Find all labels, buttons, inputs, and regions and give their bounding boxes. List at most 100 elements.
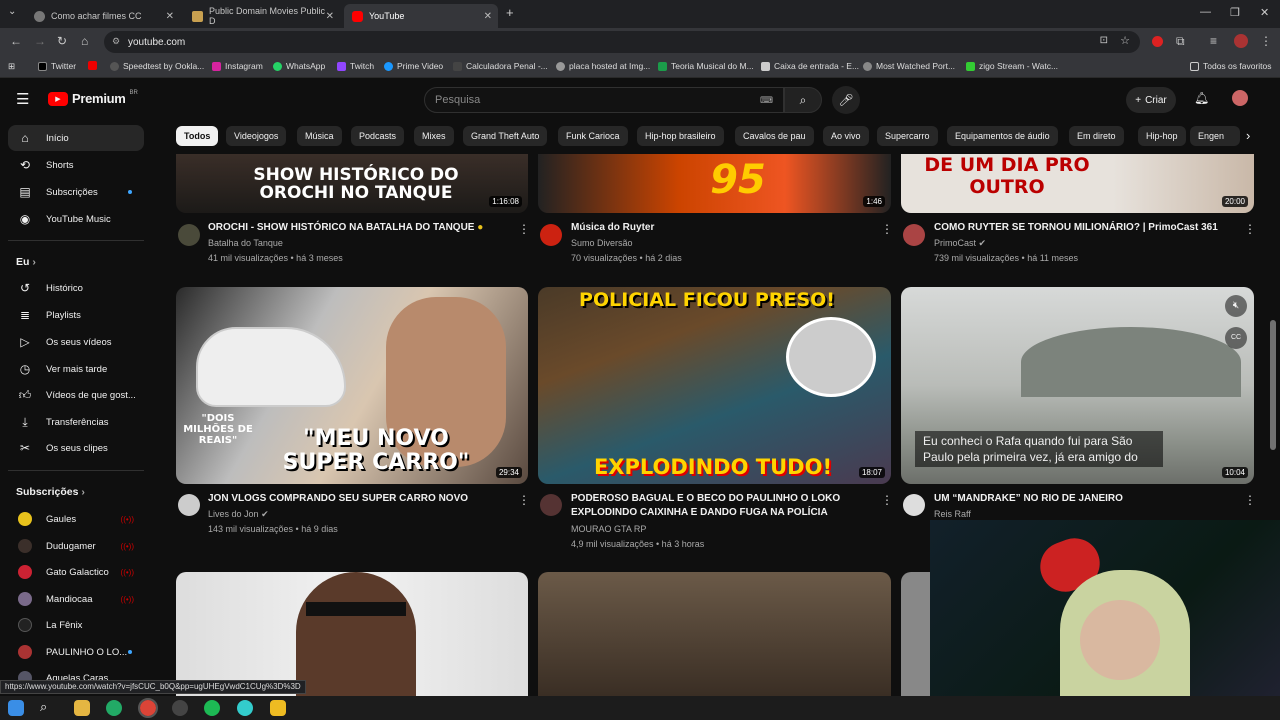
bookmark-instagram[interactable]: Instagram [212,61,263,71]
close-icon[interactable]: ✕ [166,11,174,22]
chip-supercarro[interactable]: Supercarro [877,126,938,146]
channel-name[interactable]: Batalha do Tanque [208,238,283,248]
sidebar-item-transferencias[interactable]: ⤓ Transferências [8,409,144,435]
video-title[interactable]: COMO RUYTER SE TORNOU MILIONÁRIO? | Prim… [934,221,1234,235]
chip-grand-theft-auto[interactable]: Grand Theft Auto [463,126,548,146]
chip-musica[interactable]: Música [297,126,342,146]
sidebar-item-playlists[interactable]: ≣ Playlists [8,302,144,328]
app-icon[interactable] [270,700,286,716]
sidebar-sub-gato-galactico[interactable]: Gato Galactico ((•)) [8,559,144,585]
sidebar-sub-dudugamer[interactable]: Dudugamer ((•)) [8,533,144,559]
spotify-icon[interactable] [204,700,220,716]
channel-name[interactable]: MOURAO GTA RP [571,524,646,534]
chip-cavalos-de-pau[interactable]: Cavalos de pau [735,126,814,146]
chip-hip-hop[interactable]: Hip-hop [1138,126,1186,146]
bookmark-calculadora[interactable]: Calculadora Penal -... [453,61,548,71]
bookmark-zigo[interactable]: zigo Stream - Watc... [966,61,1058,71]
chip-em-direto[interactable]: Em direto [1069,126,1124,146]
app-icon[interactable] [106,700,122,716]
you-heading[interactable]: Eu › [16,256,36,268]
url-input[interactable]: ⚙ youtube.com ⊡ ☆ [104,31,1140,53]
tab-search-icon[interactable]: ⌄ [8,6,16,17]
close-icon[interactable]: ✕ [484,11,492,22]
tab-public-domain[interactable]: Public Domain Movies Public D ✕ [184,4,340,28]
chip-todos[interactable]: Todos [176,126,219,146]
tab-como-achar[interactable]: Como achar filmes CC ✕ [26,4,180,28]
bookmark-whatsapp[interactable]: WhatsApp [273,61,325,71]
chrome-icon[interactable] [138,698,158,718]
media-icon[interactable]: ≡ [1210,34,1217,48]
sidebar-sub-la-fenix[interactable]: La Fênix [8,612,144,638]
chip-videojogos[interactable]: Videojogos [226,126,287,146]
bookmark-twitter[interactable]: Twitter [38,61,76,71]
install-icon[interactable]: ⊡ [1100,35,1108,46]
notifications-bell-icon[interactable]: 🔔︎ [1194,91,1209,105]
video-thumbnail-row3-2[interactable] [538,572,891,696]
menu-icon[interactable]: ⋮ [1260,34,1272,48]
windows-start-icon[interactable] [8,700,24,716]
channel-avatar[interactable] [903,224,925,246]
channel-name[interactable]: Reis Raff [934,509,971,519]
video-title[interactable]: OROCHI - SHOW HISTÓRICO NA BATALHA DO TA… [208,221,508,235]
app-icon[interactable] [237,700,253,716]
back-icon[interactable]: ← [10,34,22,48]
bookmark-twitch[interactable]: Twitch [337,61,374,71]
forward-icon[interactable]: → [34,34,46,48]
create-button[interactable]: + Criar [1126,87,1176,113]
more-options-icon[interactable]: ⋮ [518,493,530,507]
profile-avatar[interactable] [1234,34,1248,48]
bookmark-prime-video[interactable]: Prime Video [384,61,443,71]
reload-icon[interactable]: ↻ [57,34,67,48]
bookmark-most-watched[interactable]: Most Watched Port... [863,61,955,71]
bookmark-all[interactable]: Todos os favoritos [1190,61,1272,71]
keyboard-icon[interactable]: ⌨ [760,95,773,106]
video-title[interactable]: JON VLOGS COMPRANDO SEU SUPER CARRO NOVO [208,492,508,506]
channel-avatar[interactable] [178,494,200,516]
home-icon[interactable]: ⌂ [81,34,88,48]
chip-mixes[interactable]: Mixes [414,126,454,146]
more-options-icon[interactable]: ⋮ [881,222,893,236]
voice-search-button[interactable]: 🎤︎ [832,86,860,114]
youtube-logo[interactable]: ▶ Premium BR [48,90,138,106]
video-thumbnail-jon-vlogs[interactable]: "DOIS MILHÕES DE REAIS" "MEU NOVO SUPER … [176,287,528,484]
sidebar-item-subscricoes[interactable]: ▤ Subscrições [8,179,144,205]
more-options-icon[interactable]: ⋮ [881,493,893,507]
restore-icon[interactable]: ❐ [1230,6,1240,19]
search-button[interactable]: ⌕ [784,87,822,113]
sidebar-sub-gaules[interactable]: Gaules ((•)) [8,506,144,532]
minimize-icon[interactable]: — [1200,6,1211,18]
channel-avatar[interactable] [903,494,925,516]
extensions-icon[interactable]: ⧉ [1176,34,1185,49]
window-close-icon[interactable]: ✕ [1260,6,1269,19]
site-info-icon[interactable]: ⚙ [112,36,120,47]
video-title[interactable]: PODEROSO BAGUAL E O BECO DO PAULINHO O L… [571,492,861,520]
video-thumbnail-primocast[interactable]: DE UM DIA PRO OUTRO 20:00 [901,154,1254,213]
sidebar-item-inicio[interactable]: ⌂ Início [8,125,144,151]
video-thumbnail-orochi[interactable]: SHOW HISTÓRICO DO OROCHI NO TANQUE 1:16:… [176,154,528,213]
chip-engen[interactable]: Engen [1190,126,1240,146]
search-icon[interactable]: ⌕ [40,699,47,715]
search-input[interactable]: Pesquisa ⌨ [424,87,784,113]
more-options-icon[interactable]: ⋮ [1244,222,1256,236]
video-thumbnail-poderoso-bagual[interactable]: POLICIAL FICOU PRESO! EXPLODINDO TUDO! 1… [538,287,891,484]
video-title[interactable]: UM “MANDRAKE” NO RIO DE JANEIRO [934,492,1234,506]
channel-avatar[interactable] [540,494,562,516]
captions-icon[interactable]: CC [1225,327,1247,349]
channel-avatar[interactable] [540,224,562,246]
page-scrollbar[interactable] [1270,320,1276,450]
subscriptions-heading[interactable]: Subscrições › [16,486,85,498]
close-icon[interactable]: ✕ [326,11,334,22]
channel-name[interactable]: Lives do Jon ✔ [208,509,269,520]
chip-funk-carioca[interactable]: Funk Carioca [558,126,628,146]
sidebar-item-liked-videos[interactable]: 👍︎ Vídeos de que gost... [8,382,144,408]
sidebar-item-os-seus-videos[interactable]: ▷ Os seus vídeos [8,329,144,355]
chip-equipamentos-de-audio[interactable]: Equipamentos de áudio [947,126,1058,146]
sidebar-sub-mandiocaa[interactable]: Mandiocaa ((•)) [8,586,144,612]
video-thumbnail-musica-ruyter[interactable]: 95 1:46 [538,154,891,213]
sidebar-item-historico[interactable]: ↺ Histórico [8,275,144,301]
bookmark-speedtest[interactable]: Speedtest by Ookla... [110,61,204,71]
sidebar-item-youtube-music[interactable]: ◉ YouTube Music [8,206,144,232]
channel-avatar[interactable] [178,224,200,246]
bookmark-star-icon[interactable]: ☆ [1120,34,1130,47]
mute-icon[interactable]: 🔇︎ [1225,295,1247,317]
